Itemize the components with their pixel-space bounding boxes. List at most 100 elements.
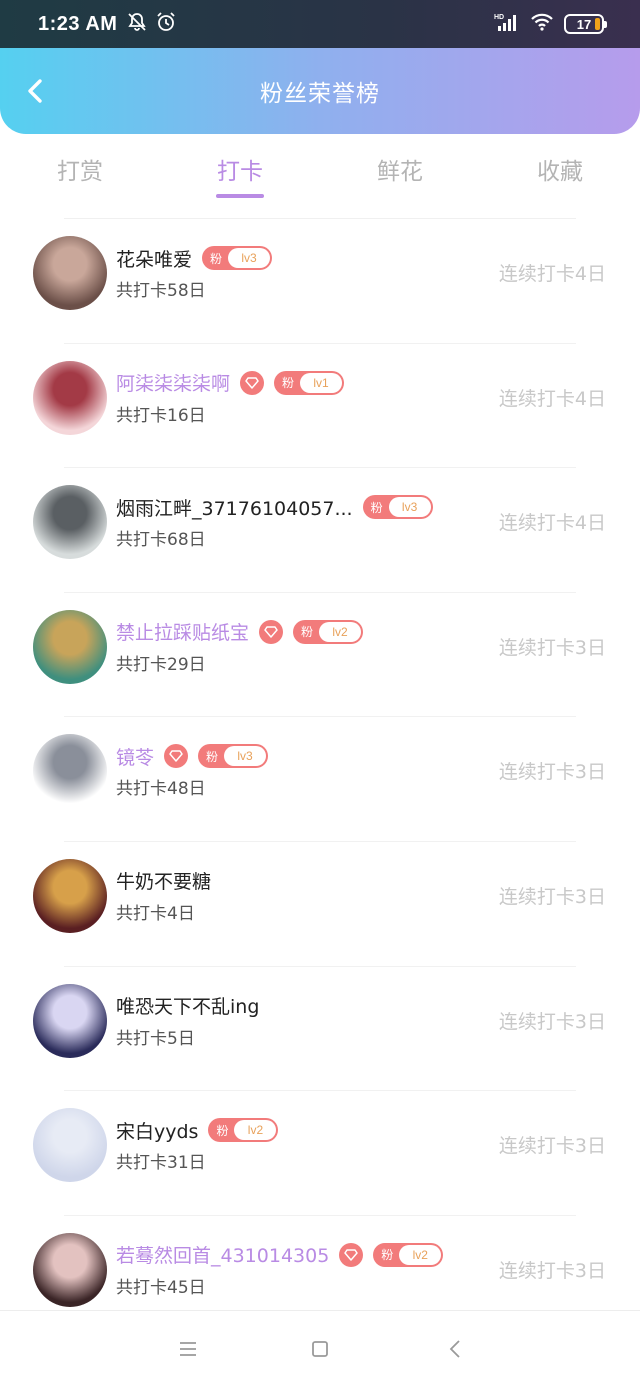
avatar[interactable] [33, 858, 107, 933]
status-bar: 1:23 AM HD 17 [0, 0, 640, 48]
header-bar: 粉丝荣誉榜 [0, 48, 640, 134]
user-name: 烟雨江畔_37176104057... [116, 497, 353, 520]
fan-level-badge: 粉 lv2 [373, 1242, 444, 1267]
fan-badge-label: 粉 [206, 749, 219, 764]
avatar[interactable] [33, 983, 107, 1058]
streak-days: 连续打卡4日 [498, 387, 606, 410]
tab-1[interactable]: 打卡 [160, 134, 320, 218]
avatar[interactable] [33, 485, 107, 560]
tab-3[interactable]: 收藏 [480, 134, 640, 218]
tab-label: 打赏 [57, 159, 103, 185]
list-item[interactable]: 牛奶不要糖共打卡4日 连续打卡3日 [0, 842, 640, 967]
total-checkin-days: 共打卡45日 [116, 1277, 206, 1298]
tab-0[interactable]: 打赏 [0, 134, 160, 218]
fan-level: lv3 [388, 497, 431, 518]
signal-icon: HD [494, 12, 520, 36]
total-checkin-days: 共打卡58日 [116, 281, 206, 301]
avatar[interactable] [33, 360, 107, 435]
wifi-icon [530, 12, 554, 36]
list-item[interactable]: 镜苓 粉 lv3 共打卡48日 连续打卡3日 [0, 717, 640, 842]
back-button[interactable] [20, 76, 50, 106]
fan-badge-label: 粉 [301, 625, 314, 640]
avatar[interactable] [33, 1232, 107, 1307]
total-checkin-days: 共打卡4日 [116, 903, 195, 924]
fan-badge-label: 粉 [381, 1248, 394, 1263]
list-item[interactable]: 宋白yyds 粉 lv2 共打卡31日 连续打卡3日 [0, 1091, 640, 1216]
fan-level: lv3 [224, 746, 267, 767]
user-name: 若蓦然回首_431014305 [116, 1245, 330, 1268]
alarm-icon [155, 11, 177, 37]
fan-badge-label: 粉 [210, 251, 223, 266]
status-time: 1:23 AM [38, 12, 118, 35]
user-name: 宋白yyds [116, 1120, 199, 1143]
list-item[interactable]: 阿柒柒柒柒啊 粉 lv1 共打卡16日 连续打卡4日 [0, 344, 640, 469]
home-button[interactable] [308, 1337, 332, 1361]
fan-badge-label: 粉 [282, 376, 295, 391]
svg-text:HD: HD [494, 14, 504, 21]
list-item[interactable]: 禁止拉踩贴纸宝 粉 lv2 共打卡29日 连续打卡3日 [0, 593, 640, 718]
tab-label: 收藏 [537, 159, 583, 185]
avatar[interactable] [33, 1108, 107, 1183]
fan-level-badge: 粉 lv3 [362, 495, 433, 520]
tab-label: 打卡 [217, 159, 263, 185]
total-checkin-days: 共打卡5日 [116, 1028, 195, 1049]
avatar[interactable] [33, 236, 107, 310]
fan-level: lv3 [228, 248, 271, 268]
fan-level: lv2 [234, 1120, 277, 1141]
streak-days: 连续打卡3日 [498, 1010, 606, 1033]
fan-level-badge: 粉 lv3 [202, 246, 273, 270]
streak-days: 连续打卡3日 [498, 1135, 606, 1158]
fan-level-badge: 粉 lv2 [293, 619, 364, 644]
avatar[interactable] [33, 609, 107, 684]
total-checkin-days: 共打卡48日 [116, 779, 206, 800]
total-checkin-days: 共打卡68日 [116, 530, 206, 551]
avatar[interactable] [33, 734, 107, 809]
fan-level: lv1 [300, 372, 343, 393]
fan-ranking-list: 花朵唯爱粉 lv3 共打卡58日 连续打卡4日 阿柒柒柒柒啊粉 lv1 共打卡16日 连续打卡… [0, 219, 640, 1341]
square-icon [312, 1341, 328, 1357]
user-name: 镜苓 [116, 746, 155, 769]
back-nav-button[interactable] [443, 1337, 467, 1361]
diamond-icon [240, 370, 265, 395]
system-nav-bar [0, 1310, 640, 1387]
tab-label: 鲜花 [377, 159, 423, 185]
user-name: 禁止拉踩贴纸宝 [116, 622, 250, 645]
streak-days: 连续打卡3日 [498, 636, 606, 659]
diamond-icon [164, 744, 189, 769]
list-item[interactable]: 唯恐天下不乱ing 共打卡5日 连续打卡3日 [0, 967, 640, 1092]
user-name: 阿柒柒柒柒啊 [116, 373, 231, 396]
fan-level: lv2 [399, 1244, 442, 1265]
total-checkin-days: 共打卡31日 [116, 1153, 206, 1174]
fan-level-badge: 粉 lv3 [198, 744, 269, 769]
streak-days: 连续打卡3日 [498, 761, 606, 784]
fan-level: lv2 [319, 621, 362, 642]
tab-2[interactable]: 鲜花 [320, 134, 480, 218]
active-tab-indicator [216, 194, 264, 198]
streak-days: 连续打卡4日 [498, 512, 606, 535]
streak-days: 连续打卡4日 [498, 263, 606, 285]
streak-days: 连续打卡3日 [498, 885, 606, 908]
streak-days: 连续打卡3日 [498, 1259, 606, 1282]
page-title: 粉丝荣誉榜 [260, 81, 380, 107]
fan-badge-label: 粉 [216, 1123, 229, 1138]
diamond-icon [259, 619, 284, 644]
diamond-icon [339, 1242, 364, 1267]
chevron-left-icon [28, 79, 42, 103]
menu-button[interactable] [176, 1337, 200, 1361]
fan-level-badge: 粉 lv1 [274, 370, 345, 395]
list-item[interactable]: 烟雨江畔_37176104057... 粉 lv3 共打卡68日 连续打卡4日 [0, 468, 640, 593]
fan-badge-label: 粉 [370, 500, 383, 515]
total-checkin-days: 共打卡16日 [116, 405, 206, 426]
fan-level-badge: 粉 lv2 [208, 1118, 279, 1143]
battery-level: 17 [576, 16, 592, 32]
battery-icon: 17 [564, 14, 607, 34]
tab-bar: 打赏 打卡 鲜花 收藏 [0, 134, 640, 218]
list-item[interactable]: 花朵唯爱 粉 lv3 共打卡58日 连续打卡4日 [0, 219, 640, 344]
menu-icon [180, 1342, 196, 1356]
mute-bell-icon [127, 12, 147, 36]
user-name: 牛奶不要糖 [116, 871, 212, 894]
total-checkin-days: 共打卡29日 [116, 654, 206, 675]
user-name: 唯恐天下不乱ing [116, 996, 260, 1019]
user-name: 花朵唯爱 [116, 248, 193, 271]
triangle-back-icon [449, 1340, 460, 1358]
